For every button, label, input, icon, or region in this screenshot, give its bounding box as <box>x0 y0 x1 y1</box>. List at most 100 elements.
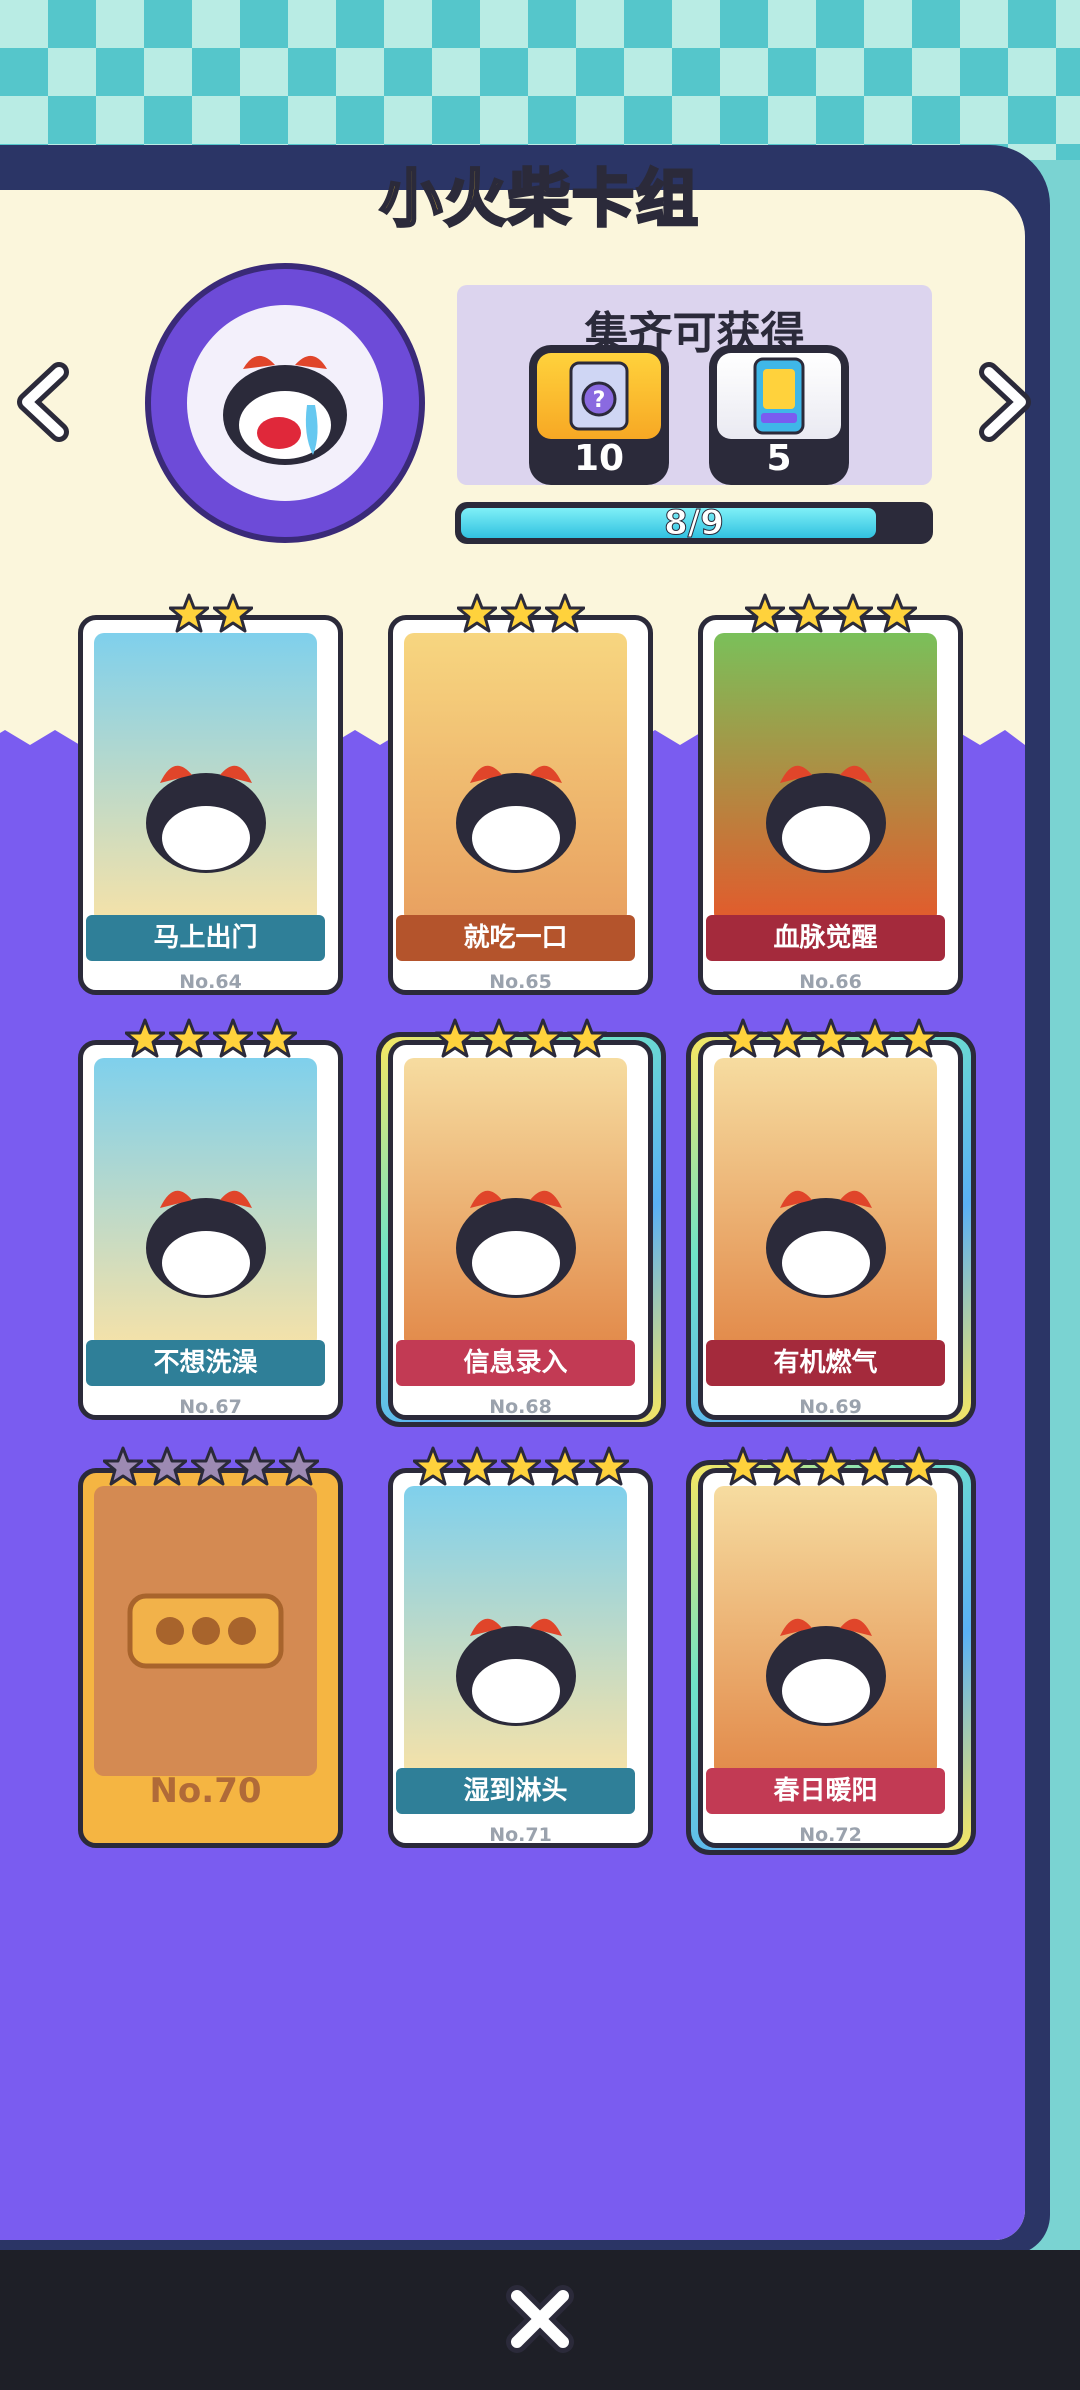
card-art <box>94 1058 317 1348</box>
card-no71[interactable]: 湿到淋头 No.71 <box>388 1446 653 1848</box>
star-icon <box>168 593 209 633</box>
reward-count: 10 <box>573 438 625 479</box>
card-pack-icon <box>717 353 841 439</box>
star-rating <box>698 1446 963 1490</box>
star-icon <box>190 1446 231 1486</box>
card-art <box>714 1058 937 1348</box>
star-icon <box>412 1446 453 1486</box>
star-icon <box>854 1446 895 1486</box>
reward-count: 5 <box>766 438 792 479</box>
star-icon <box>898 1018 939 1058</box>
star-icon <box>478 1018 519 1058</box>
set-badge-art <box>187 305 383 501</box>
card-title: 信息录入 <box>396 1340 635 1386</box>
locked-card-art <box>94 1486 317 1776</box>
star-icon <box>854 1018 895 1058</box>
star-icon <box>544 1446 585 1486</box>
card-title: 不想洗澡 <box>86 1340 325 1386</box>
star-icon <box>898 1446 939 1486</box>
star-icon <box>102 1446 143 1486</box>
card-number: No.69 <box>799 1396 862 1418</box>
card-art <box>404 1058 627 1348</box>
card-art <box>714 1486 937 1776</box>
card-number: No.66 <box>799 971 862 993</box>
star-icon <box>876 593 917 633</box>
star-icon <box>212 593 253 633</box>
shiba-crying-icon <box>223 355 347 465</box>
star-icon <box>256 1018 297 1058</box>
progress-text: 8/9 <box>664 503 725 544</box>
next-set-button[interactable] <box>968 357 1038 447</box>
star-icon <box>278 1446 319 1486</box>
star-icon <box>766 1018 807 1058</box>
reward-panel: 集齐可获得 ? 10 5 <box>457 285 932 485</box>
star-rating <box>388 1446 653 1490</box>
card-art <box>714 633 937 923</box>
card-title: 春日暖阳 <box>706 1768 945 1814</box>
reward-item-card-pack[interactable]: 5 <box>709 345 849 485</box>
chevron-right-icon <box>979 362 1031 442</box>
star-rating <box>388 593 653 637</box>
card-no69[interactable]: 有机燃气 No.69 <box>686 1018 976 1427</box>
card-no64[interactable]: 马上出门 No.64 <box>78 593 343 995</box>
close-button[interactable] <box>503 2282 577 2356</box>
page-title: 小火柴卡组 <box>378 161 700 237</box>
card-no72[interactable]: 春日暖阳 No.72 <box>686 1446 976 1855</box>
star-icon <box>722 1018 763 1058</box>
star-rating <box>698 1018 963 1062</box>
reward-title: 集齐可获得 <box>584 308 805 359</box>
card-no70[interactable]: No.70 <box>78 1446 343 1848</box>
card-art <box>94 633 317 923</box>
card-number: No.65 <box>489 971 552 993</box>
star-icon <box>168 1018 209 1058</box>
star-rating <box>698 593 963 637</box>
star-icon <box>588 1446 629 1486</box>
star-icon <box>810 1018 851 1058</box>
mystery-pack-icon: ? <box>537 353 661 439</box>
star-rating <box>78 1446 343 1490</box>
prev-set-button[interactable] <box>10 357 80 447</box>
star-icon <box>566 1018 607 1058</box>
chevron-left-icon <box>17 362 69 442</box>
star-rating <box>388 1018 653 1062</box>
star-icon <box>544 593 585 633</box>
star-icon <box>832 593 873 633</box>
card-title: 湿到淋头 <box>396 1768 635 1814</box>
card-number: No.72 <box>799 1824 862 1846</box>
card-number: No.71 <box>489 1824 552 1846</box>
star-icon <box>124 1018 165 1058</box>
star-icon <box>456 593 497 633</box>
star-icon <box>212 1018 253 1058</box>
card-no65[interactable]: 就吃一口 No.65 <box>388 593 653 995</box>
svg-text:?: ? <box>593 388 606 413</box>
star-icon <box>744 593 785 633</box>
card-title: 就吃一口 <box>396 915 635 961</box>
star-rating <box>78 593 343 637</box>
star-icon <box>500 593 541 633</box>
card-number: No.70 <box>149 1771 262 1811</box>
star-icon <box>434 1018 475 1058</box>
star-icon <box>810 1446 851 1486</box>
star-icon <box>146 1446 187 1486</box>
checker-background <box>0 0 1080 160</box>
star-icon <box>456 1446 497 1486</box>
star-rating <box>78 1018 343 1062</box>
card-title: 血脉觉醒 <box>706 915 945 961</box>
set-badge <box>145 263 425 543</box>
star-icon <box>788 593 829 633</box>
card-art <box>404 633 627 923</box>
card-number: No.67 <box>179 1396 242 1418</box>
card-no66[interactable]: 血脉觉醒 No.66 <box>698 593 963 995</box>
card-art <box>404 1486 627 1776</box>
star-icon <box>522 1018 563 1058</box>
reward-item-mystery-pack[interactable]: ? 10 <box>529 345 669 485</box>
card-no67[interactable]: 不想洗澡 No.67 <box>78 1018 343 1420</box>
star-icon <box>766 1446 807 1486</box>
star-icon <box>234 1446 275 1486</box>
card-number: No.64 <box>179 971 242 993</box>
star-icon <box>722 1446 763 1486</box>
card-title: 马上出门 <box>86 915 325 961</box>
card-number: No.68 <box>489 1396 552 1418</box>
collection-progress-bar: 8/9 <box>455 502 933 544</box>
card-no68[interactable]: 信息录入 No.68 <box>376 1018 666 1427</box>
